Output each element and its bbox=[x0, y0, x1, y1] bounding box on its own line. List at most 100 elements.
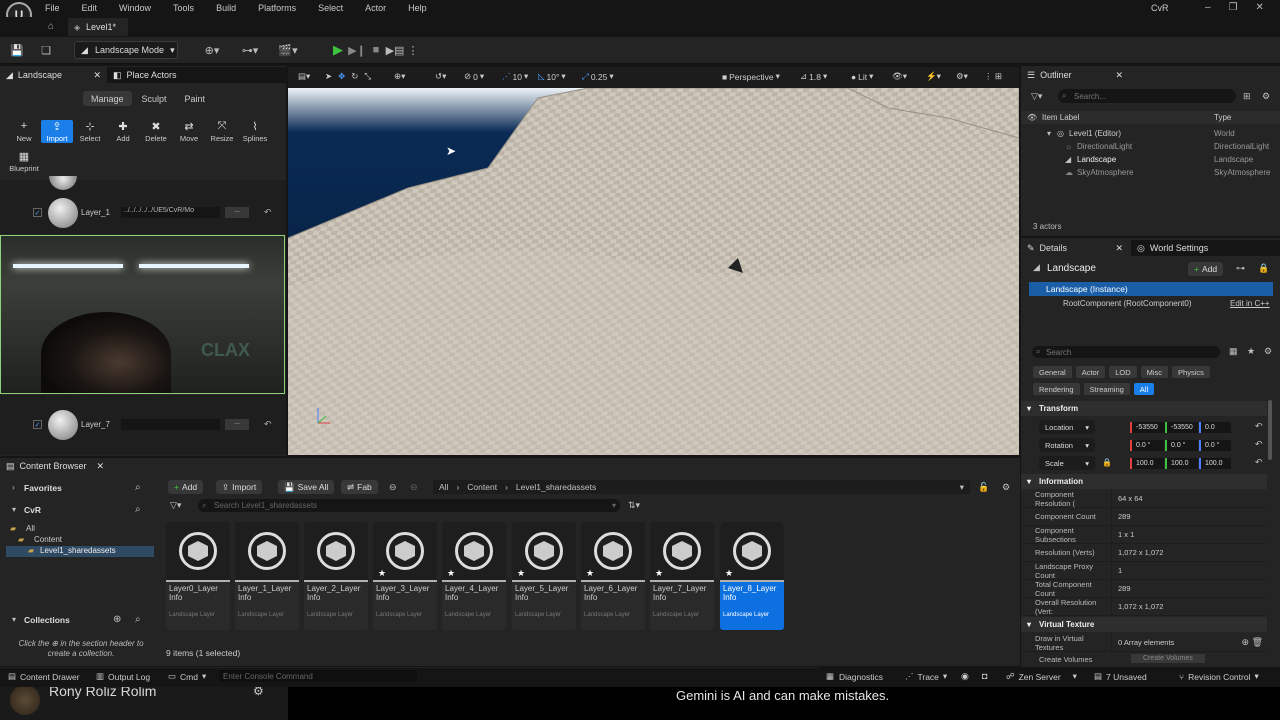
asset-tile[interactable]: Layer0_Layer Info Landscape Layer bbox=[166, 522, 230, 630]
details-scrollbar[interactable] bbox=[1268, 400, 1272, 460]
outliner-row[interactable]: ▾ ◎ Level1 (Editor) World bbox=[1021, 128, 1280, 141]
level-viewport[interactable]: ➤ bbox=[288, 88, 1019, 455]
menu-actor[interactable]: Actor bbox=[354, 3, 397, 13]
add-component-button[interactable]: + Add bbox=[1188, 262, 1224, 276]
asset-tile[interactable]: ★ Layer_6_Layer Info Landscape Layer bbox=[581, 522, 645, 630]
tool-add[interactable]: ✚ Add bbox=[107, 120, 139, 143]
close-tab-icon[interactable]: ✕ bbox=[93, 70, 101, 81]
asset-tile[interactable]: ★ Layer_7_Layer Info Landscape Layer bbox=[650, 522, 714, 630]
blueprint-icon[interactable]: ⊶▾ bbox=[238, 42, 262, 58]
scale-dropdown[interactable]: Scale ▾ bbox=[1039, 456, 1095, 470]
record-icon[interactable]: ◉ bbox=[961, 671, 969, 682]
filter-rendering[interactable]: Rendering bbox=[1033, 383, 1080, 395]
cb-search-input[interactable]: ⌕ Search Level1_sharedassets ▾ bbox=[198, 499, 620, 512]
layer7-path-field[interactable] bbox=[121, 419, 220, 430]
favorites-header[interactable]: › Favorites ⌕ bbox=[6, 481, 156, 495]
expand-icon[interactable]: ▾ bbox=[1047, 129, 1051, 138]
collections-header[interactable]: ▾ Collections ⊕ ⌕ bbox=[6, 613, 156, 627]
asset-tile[interactable]: ★ Layer_5_Layer Info Landscape Layer bbox=[512, 522, 576, 630]
search-icon[interactable]: ⌕ bbox=[135, 504, 141, 515]
unsaved-button[interactable]: ▤ 7 Unsaved bbox=[1094, 671, 1147, 682]
scale-y-field[interactable]: 100.0 bbox=[1165, 458, 1198, 469]
settings-icon[interactable]: ⚙▾ bbox=[956, 71, 968, 82]
stop-icon[interactable]: ■ bbox=[368, 42, 384, 58]
tool-splines[interactable]: ⌇ Splines bbox=[239, 120, 271, 143]
scale-icon[interactable]: ⤡ bbox=[364, 71, 371, 82]
mode-dropdown[interactable]: ◢ Landscape Mode ▾ bbox=[74, 41, 178, 59]
select-mode-icon[interactable]: ➤ bbox=[325, 71, 332, 82]
asset-tile[interactable]: ★ Layer_3_Layer Info Landscape Layer bbox=[373, 522, 437, 630]
home-icon[interactable]: ⌂ bbox=[48, 21, 54, 32]
layer1-browse-button[interactable]: ... bbox=[225, 207, 249, 218]
console-input[interactable]: Enter Console Command bbox=[219, 670, 417, 682]
browse-icon[interactable]: ❏ bbox=[38, 42, 54, 58]
rotate-icon[interactable]: ↻ bbox=[351, 71, 358, 82]
layer1-checkbox[interactable]: ✓ bbox=[33, 208, 42, 217]
reset-icon[interactable]: ↶ bbox=[1255, 439, 1263, 450]
tree-content[interactable]: ▰ Content bbox=[6, 535, 154, 546]
zen-server-dropdown[interactable]: ☍ Zen Server ▾ bbox=[1006, 671, 1077, 682]
scale-z-field[interactable]: 100.0 bbox=[1199, 458, 1231, 469]
edit-cpp-link[interactable]: Edit in C++ bbox=[1230, 299, 1270, 308]
filter-streaming[interactable]: Streaming bbox=[1083, 383, 1130, 395]
filter-icon[interactable]: ▽▾ bbox=[1031, 91, 1042, 102]
menu-help[interactable]: Help bbox=[397, 3, 438, 13]
asset-tile[interactable]: Layer_2_Layer Info Landscape Layer bbox=[304, 522, 368, 630]
level-tab[interactable]: ◈ Level1* bbox=[68, 18, 128, 36]
cb-fab-button[interactable]: ⇌ Fab bbox=[341, 480, 378, 494]
subtab-manage[interactable]: Manage bbox=[83, 91, 132, 106]
cinematics-icon[interactable]: 🎬▾ bbox=[276, 42, 300, 58]
screenshot-icon[interactable]: ◘ bbox=[982, 671, 987, 681]
layer1-reset-icon[interactable]: ↶ bbox=[264, 207, 272, 218]
location-x-field[interactable]: -53550 bbox=[1130, 422, 1166, 433]
sort-icon[interactable]: ⇅▾ bbox=[628, 500, 640, 511]
scale-snap[interactable]: ⤢ 0.25 ▾ bbox=[582, 71, 614, 82]
transform-section-header[interactable]: ▾ Transform bbox=[1021, 401, 1267, 416]
revision-control-dropdown[interactable]: ⑂ Revision Control ▾ bbox=[1179, 671, 1259, 682]
lit-dropdown[interactable]: ● Lit ▾ bbox=[851, 71, 873, 82]
information-section-header[interactable]: ▾ Information bbox=[1021, 474, 1267, 489]
blueprint-convert-icon[interactable]: ⊶ bbox=[1236, 263, 1245, 274]
favorite-star-icon[interactable]: ★ bbox=[1247, 346, 1255, 357]
cb-import-button[interactable]: ⇪ Import bbox=[216, 480, 263, 494]
launch-icon[interactable]: ▶▤ bbox=[386, 42, 405, 58]
layer7-checkbox[interactable]: ✓ bbox=[33, 420, 42, 429]
menu-edit[interactable]: Edit bbox=[71, 3, 109, 13]
tool-resize[interactable]: ⤧ Resize bbox=[206, 120, 238, 143]
close-outliner-icon[interactable]: ✕ bbox=[1115, 70, 1123, 81]
create-volumes-button[interactable]: Create Volumes bbox=[1131, 654, 1205, 663]
tool-select[interactable]: ⊹ Select bbox=[74, 120, 106, 143]
tool-new[interactable]: + New bbox=[8, 120, 40, 143]
menu-select[interactable]: Select bbox=[307, 3, 354, 13]
breadcrumb-all[interactable]: All bbox=[439, 482, 448, 492]
add-element-icon[interactable]: ⊕ 🗑 bbox=[1242, 637, 1263, 648]
cb-add-button[interactable]: + Add bbox=[168, 480, 204, 494]
add-actor-icon[interactable]: ⊕▾ bbox=[200, 42, 224, 58]
surface-snap-icon[interactable]: ↺▾ bbox=[435, 71, 446, 82]
world-space-icon[interactable]: ⊕▾ bbox=[394, 71, 405, 82]
project-header[interactable]: ▾ CvR ⌕ bbox=[6, 503, 156, 517]
translate-icon[interactable]: ✥ bbox=[338, 71, 345, 82]
more-options-icon[interactable]: ⋮ bbox=[405, 42, 421, 58]
rotation-dropdown[interactable]: Rotation ▾ bbox=[1039, 438, 1095, 452]
outliner-row[interactable]: ☁ SkyAtmosphere SkyAtmosphere bbox=[1021, 167, 1280, 180]
details-search-input[interactable]: ⌕ Search bbox=[1032, 346, 1220, 358]
asset-tile[interactable]: ★ Layer_4_Layer Info Landscape Layer bbox=[442, 522, 506, 630]
details-settings-icon[interactable]: ⚙ bbox=[1264, 346, 1272, 357]
minimize-icon[interactable]: – bbox=[1205, 2, 1211, 13]
outliner-row[interactable]: ◢ Landscape Landscape bbox=[1021, 154, 1280, 167]
scale-x-field[interactable]: 100.0 bbox=[1130, 458, 1164, 469]
layer7-reset-icon[interactable]: ↶ bbox=[264, 419, 272, 430]
content-drawer-button[interactable]: ▤ Content Drawer bbox=[8, 671, 80, 682]
cb-save-all-button[interactable]: 💾 Save All bbox=[278, 480, 335, 494]
tree-folder-selected[interactable]: ▰ Level1_sharedassets bbox=[6, 546, 154, 557]
breadcrumb-folder[interactable]: Level1_sharedassets bbox=[516, 482, 596, 492]
location-z-field[interactable]: 0.0 bbox=[1199, 422, 1231, 433]
menu-build[interactable]: Build bbox=[205, 3, 247, 13]
filter-general[interactable]: General bbox=[1033, 366, 1072, 378]
layer1-path-field[interactable]: ../../../../../UE5/CvR/Mo bbox=[121, 207, 220, 218]
add-folder-icon[interactable]: ⊞ bbox=[1243, 91, 1251, 102]
rotation-x-field[interactable]: 0.0 ° bbox=[1130, 440, 1164, 451]
location-dropdown[interactable]: Location ▾ bbox=[1039, 420, 1095, 434]
close-content-browser-icon[interactable]: ✕ bbox=[96, 461, 104, 472]
